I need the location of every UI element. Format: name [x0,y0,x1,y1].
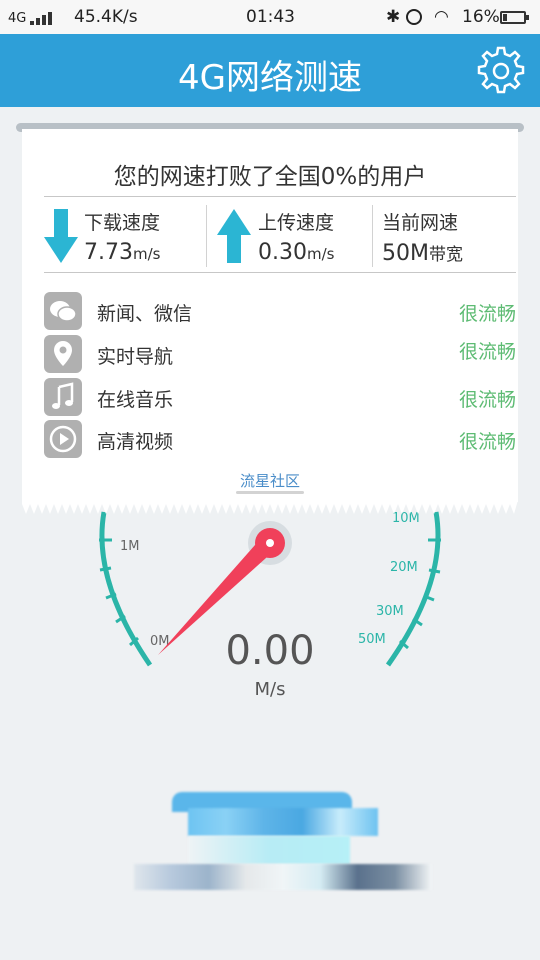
community-link[interactable]: 流星社区 [22,470,518,491]
app-name: 在线音乐 [97,389,174,411]
card-torn-edge [22,500,518,514]
app-row-music: 在线音乐 很流畅 [44,378,516,418]
clock: 01:43 [246,7,295,27]
divider [44,196,516,197]
current-speed-value: 0.00 [225,628,315,674]
app-status: 很流畅 [458,341,516,363]
location-pin-icon [44,335,82,373]
app-name: 新闻、微信 [97,303,193,325]
app-row-news-wechat: 新闻、微信 很流畅 [44,292,516,332]
upload-label: 上传速度 [258,212,335,234]
tick-label-1m: 1M [120,539,140,554]
speed-gauge: 1M 0M 10M 20M 30M 50M [99,511,441,667]
pixelated-block [134,864,432,890]
signal-icon [30,11,56,25]
bandwidth-value: 50M带宽 [382,241,463,266]
network-speed: 45.4K/s [74,7,138,27]
tick-label-30m: 30M [376,604,404,619]
wifi-icon: ◠ [434,7,449,27]
app-name: 高清视频 [97,431,174,453]
divider [44,272,516,273]
alarm-icon [406,9,422,25]
battery-icon [500,11,529,24]
app-name: 实时导航 [97,346,174,368]
app-header: 4G网络测速 [0,34,540,107]
download-label: 下载速度 [84,212,161,234]
network-type: 4G [8,11,27,26]
app-status: 很流畅 [458,431,516,453]
current-speed-label: 当前网速 [382,212,459,234]
current-speed-unit: M/s [254,679,286,700]
status-bar: 4G 45.4K/s 01:43 ✱ ◠ 16% [0,0,540,34]
pixelated-block [188,808,378,836]
upload-value: 0.30m/s [258,240,335,265]
result-headline: 您的网速打败了全国0%的用户 [113,164,427,190]
app-status: 很流畅 [458,389,516,411]
download-value: 7.73m/s [84,240,161,265]
upload-arrow-icon [217,209,251,263]
link-underline [236,491,304,494]
page-title: 4G网络测速 [178,58,362,98]
music-note-icon [44,378,82,416]
app-status: 很流畅 [458,303,516,325]
app-row-video: 高清视频 很流畅 [44,420,516,460]
gear-icon[interactable] [474,44,528,98]
divider [206,205,207,267]
battery-percent: 16% [462,7,500,27]
tick-label-20m: 20M [390,560,418,575]
pixelated-block [188,836,350,864]
result-card: 您的网速打败了全国0%的用户 下载速度 7.73m/s 上传速度 0.30m/s… [22,129,518,502]
bluetooth-icon: ✱ [386,7,401,27]
download-arrow-icon [44,209,78,263]
app-row-navigation: 实时导航 很流畅 [44,335,516,375]
wechat-icon [44,292,82,330]
play-circle-icon [44,420,82,458]
divider [372,205,373,267]
